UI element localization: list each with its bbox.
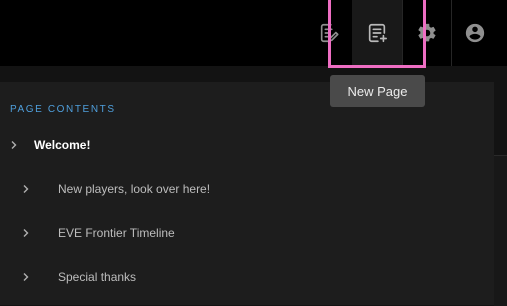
gear-icon bbox=[416, 22, 438, 44]
chevron-right-icon[interactable] bbox=[20, 183, 32, 195]
chevron-right-icon[interactable] bbox=[8, 139, 20, 151]
toc-item[interactable]: New players, look over here! bbox=[20, 179, 210, 199]
account-circle-icon bbox=[464, 22, 486, 44]
toc-item[interactable]: EVE Frontier Timeline bbox=[20, 223, 175, 243]
toc-item-label: Special thanks bbox=[58, 270, 137, 284]
toc-item-label: New players, look over here! bbox=[58, 182, 211, 196]
toc-title: PAGE CONTENTS bbox=[10, 104, 116, 115]
toc-item[interactable]: Special thanks bbox=[20, 267, 136, 287]
top-bar bbox=[0, 0, 507, 66]
chevron-right-icon[interactable] bbox=[20, 271, 32, 283]
chevron-right-icon[interactable] bbox=[20, 227, 32, 239]
settings-button[interactable] bbox=[402, 0, 452, 66]
toc-item-label: EVE Frontier Timeline bbox=[58, 226, 175, 240]
edit-page-button[interactable] bbox=[304, 0, 354, 66]
toc-item-label: Welcome! bbox=[34, 138, 91, 152]
edit-note-icon bbox=[318, 22, 340, 44]
account-button[interactable] bbox=[452, 0, 498, 66]
new-page-button[interactable] bbox=[352, 0, 402, 66]
toc-item[interactable]: Welcome! bbox=[8, 135, 90, 155]
content-edge bbox=[494, 155, 507, 306]
new-page-icon bbox=[366, 22, 388, 44]
new-page-tooltip: New Page bbox=[330, 75, 425, 107]
